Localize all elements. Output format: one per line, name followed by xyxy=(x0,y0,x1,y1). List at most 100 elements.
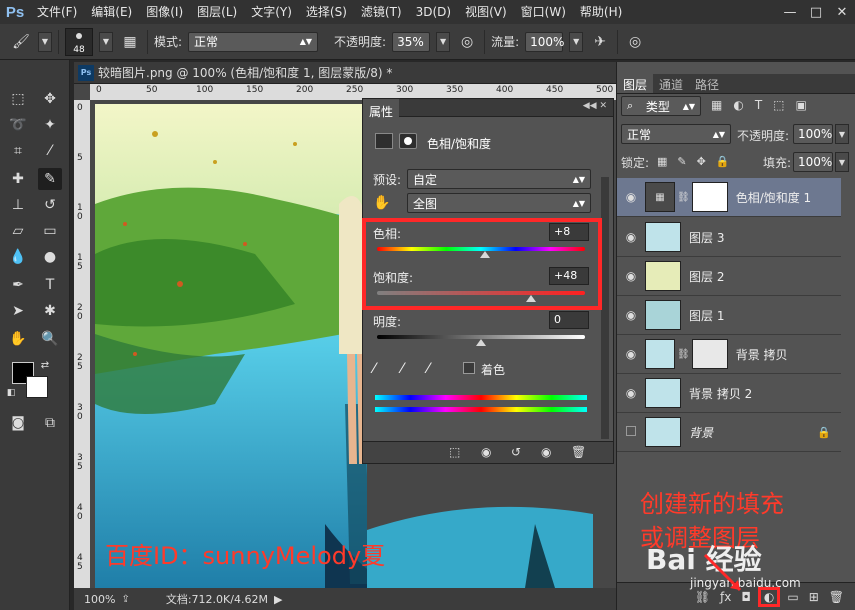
menu-item[interactable]: 图像(I) xyxy=(139,0,190,24)
layer-row[interactable]: ◉ 图层 2 xyxy=(617,257,841,296)
visibility-eye-icon[interactable]: ◉ xyxy=(617,230,645,244)
background-color-swatch[interactable] xyxy=(26,376,48,398)
eyedropper-plus-icon[interactable]: ⁄ xyxy=(401,361,403,377)
gradient-tool-icon[interactable]: ▭ xyxy=(38,220,62,242)
colorize-checkbox[interactable] xyxy=(463,362,475,374)
brush-size-picker[interactable]: 48 xyxy=(65,27,93,56)
layer-row[interactable]: ◉ 图层 1 xyxy=(617,296,841,335)
type-tool-icon[interactable]: T xyxy=(38,274,62,296)
screen-mode-icon[interactable]: ⧉ xyxy=(38,412,62,434)
brush-picker-chevron-icon[interactable]: ▼ xyxy=(99,31,113,52)
channel-dropdown[interactable]: 全图 ▲▼ xyxy=(407,193,591,213)
dodge-tool-icon[interactable]: ● xyxy=(38,246,62,268)
chain-link-icon[interactable]: ⛓ xyxy=(677,349,690,360)
menu-item[interactable]: 编辑(E) xyxy=(84,0,139,24)
trash-icon[interactable]: 🗑 xyxy=(571,445,586,459)
eyedropper-icon[interactable]: ⁄ xyxy=(373,361,375,377)
opacity-input[interactable]: 35% xyxy=(392,31,431,52)
panel-collapse-icon[interactable]: ◀◀ ✕ xyxy=(583,101,607,111)
flow-slider-chevron-icon[interactable]: ▼ xyxy=(569,31,584,52)
status-menu-arrow-icon[interactable]: ▶ xyxy=(274,593,282,606)
tab-channels[interactable]: 通道 xyxy=(653,74,689,93)
crop-tool-icon[interactable]: ⌗ xyxy=(6,140,30,162)
close-button[interactable]: ✕ xyxy=(829,0,855,24)
layer-opacity-chevron-icon[interactable]: ▼ xyxy=(835,124,849,144)
filter-shape-icon[interactable]: ⬚ xyxy=(773,98,784,112)
tool-preset-chevron-icon[interactable]: ▼ xyxy=(38,31,52,52)
layer-filter-dropdown[interactable]: ⌕ 类型 ▲▼ xyxy=(621,96,701,116)
layer-row[interactable]: 背景 🔒 xyxy=(617,413,841,452)
layer-mask-thumbnail[interactable] xyxy=(691,339,728,369)
zoom-level[interactable]: 100% xyxy=(84,593,115,606)
flow-input[interactable]: 100% xyxy=(525,31,564,52)
clip-to-layer-icon[interactable]: ⬚ xyxy=(449,445,460,459)
filter-type-icon[interactable]: T xyxy=(755,98,762,112)
lasso-tool-icon[interactable]: ➰ xyxy=(6,114,30,136)
share-icon[interactable]: ⇪ xyxy=(121,594,129,605)
clone-stamp-icon[interactable]: ⊥ xyxy=(6,194,30,216)
path-select-icon[interactable]: ➤ xyxy=(6,300,30,322)
eyedropper-tool-icon[interactable]: ⁄ xyxy=(38,140,62,162)
lightness-slider-thumb[interactable] xyxy=(476,339,486,346)
filter-smart-icon[interactable]: ▣ xyxy=(796,98,807,112)
mode-dropdown[interactable]: 正常 ▲▼ xyxy=(188,31,319,52)
visibility-toggle-empty[interactable] xyxy=(617,425,645,439)
filter-pixel-icon[interactable]: ▦ xyxy=(711,98,722,112)
view-previous-icon[interactable]: ◉ xyxy=(481,445,491,459)
menu-item[interactable]: 帮助(H) xyxy=(573,0,629,24)
visibility-eye-icon[interactable]: ◉ xyxy=(617,190,645,204)
document-info[interactable]: 文档:712.0K/4.62M xyxy=(166,591,268,607)
layer-row[interactable]: ◉ ⛓ 背景 拷贝 xyxy=(617,335,841,374)
layer-opacity-input[interactable]: 100% xyxy=(793,124,833,144)
brush-tool-icon[interactable]: ✎ xyxy=(38,168,62,190)
visibility-eye-icon[interactable]: ◉ xyxy=(617,386,645,400)
fill-input[interactable]: 100% xyxy=(793,152,833,172)
document-tab[interactable]: Ps 较暗图片.png @ 100% (色相/饱和度 1, 图层蒙版/8) * xyxy=(74,62,616,84)
visibility-eye-icon[interactable]: ◉ xyxy=(617,269,645,283)
zoom-tool-icon[interactable]: 🔍 xyxy=(38,328,62,350)
reset-icon[interactable]: ↺ xyxy=(511,445,521,459)
menu-item[interactable]: 选择(S) xyxy=(299,0,354,24)
history-brush-icon[interactable]: ↺ xyxy=(38,194,62,216)
eraser-tool-icon[interactable]: ▱ xyxy=(6,220,30,242)
new-adjustment-layer-icon[interactable]: ◐ xyxy=(757,586,781,607)
visibility-eye-icon[interactable]: ◉ xyxy=(541,445,551,459)
tab-layers[interactable]: 图层 xyxy=(617,74,654,93)
brush-tool-icon[interactable]: 🖌 xyxy=(10,31,32,53)
lightness-value[interactable]: 0 xyxy=(549,311,589,329)
blend-mode-dropdown[interactable]: 正常 ▲▼ xyxy=(621,124,731,144)
marquee-tool-icon[interactable]: ⬚ xyxy=(6,88,30,110)
menu-item[interactable]: 视图(V) xyxy=(458,0,514,24)
fill-chevron-icon[interactable]: ▼ xyxy=(835,152,849,172)
opacity-slider-chevron-icon[interactable]: ▼ xyxy=(436,31,451,52)
swap-colors-icon[interactable]: ⇄ xyxy=(38,358,52,372)
magic-wand-icon[interactable]: ✦ xyxy=(38,114,62,136)
brush-panel-icon[interactable]: ▦ xyxy=(119,31,141,53)
airbrush-icon[interactable]: ✈ xyxy=(589,31,611,53)
properties-scrollbar[interactable] xyxy=(601,177,609,439)
tab-paths[interactable]: 路径 xyxy=(689,74,725,93)
healing-brush-icon[interactable]: ✚ xyxy=(6,168,30,190)
new-group-icon[interactable]: ▭ xyxy=(787,590,798,604)
menu-item[interactable]: 图层(L) xyxy=(190,0,244,24)
eyedropper-minus-icon[interactable]: ⁄ xyxy=(427,361,429,377)
properties-tab[interactable]: 属性 xyxy=(363,99,400,127)
menu-item[interactable]: 3D(D) xyxy=(409,0,458,24)
lock-all-icon[interactable]: 🔒 xyxy=(716,155,730,168)
layer-mask-thumbnail[interactable] xyxy=(691,182,728,212)
quick-mask-icon[interactable]: ◙ xyxy=(6,412,30,434)
layer-row[interactable]: ◉ 背景 拷贝 2 xyxy=(617,374,841,413)
menu-item[interactable]: 窗口(W) xyxy=(514,0,573,24)
minimize-button[interactable]: — xyxy=(777,0,803,24)
new-layer-icon[interactable]: ⊞ xyxy=(809,590,819,604)
chain-link-icon[interactable]: ⛓ xyxy=(677,192,690,203)
menu-item[interactable]: 文字(Y) xyxy=(244,0,299,24)
preset-dropdown[interactable]: 自定 ▲▼ xyxy=(407,169,591,189)
maximize-button[interactable]: □ xyxy=(803,0,829,24)
pressure-opacity-icon[interactable]: ◎ xyxy=(456,31,478,53)
lock-pixels-icon[interactable]: ✎ xyxy=(677,155,686,168)
menu-item[interactable]: 文件(F) xyxy=(30,0,84,24)
targeted-adjust-icon[interactable]: ✋ xyxy=(373,195,390,211)
default-colors-icon[interactable]: ◧ xyxy=(4,386,18,400)
visibility-eye-icon[interactable]: ◉ xyxy=(617,347,645,361)
